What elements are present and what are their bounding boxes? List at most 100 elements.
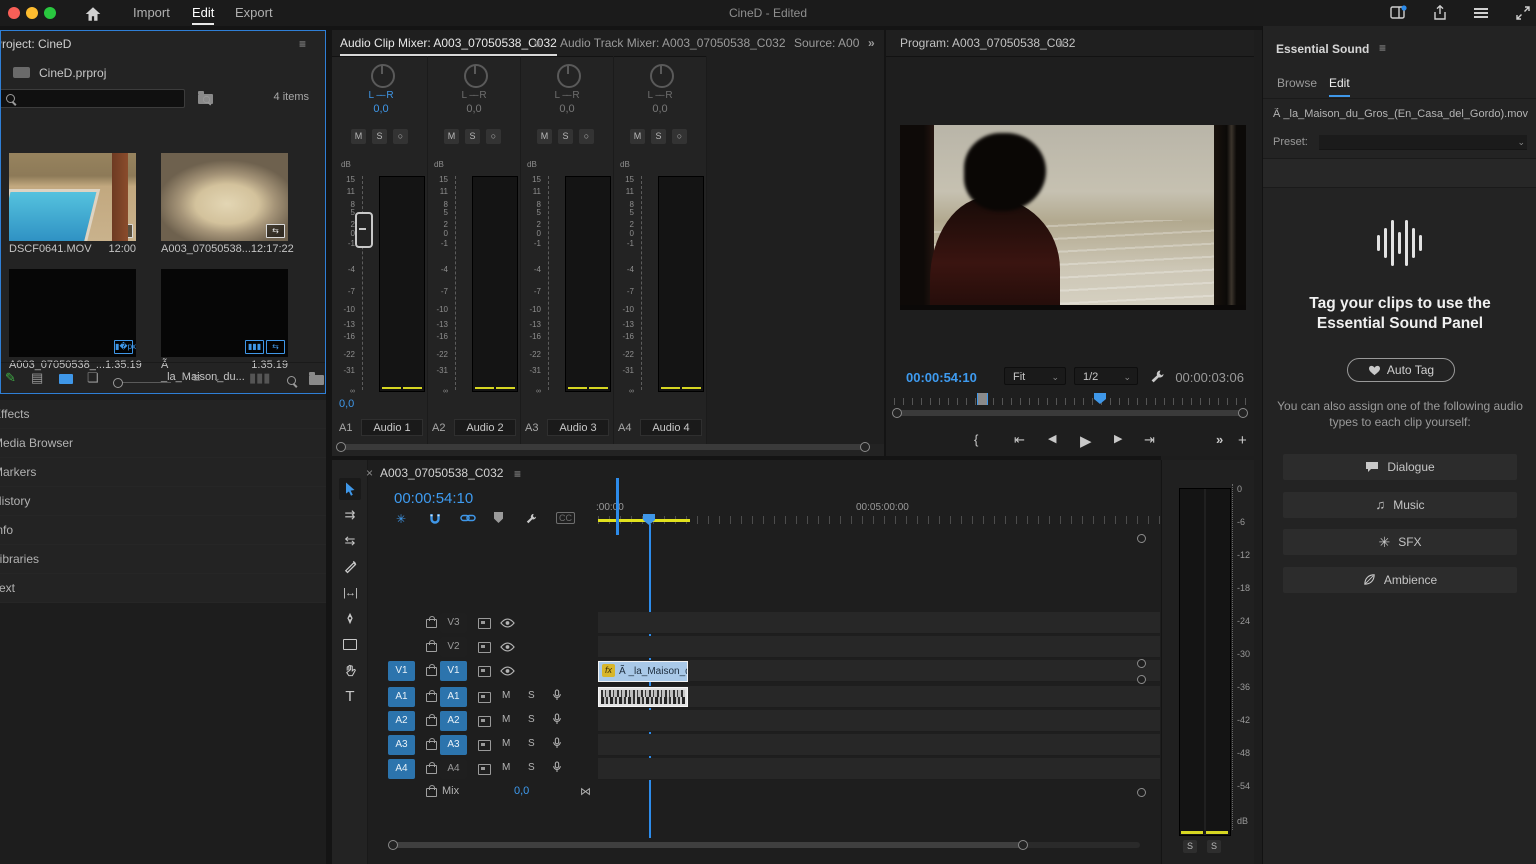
razor-tool[interactable] — [339, 556, 361, 578]
video-clip[interactable]: fxÃ _la_Maison_d — [598, 661, 688, 682]
panel-menu-icon[interactable]: ≡ — [534, 37, 540, 51]
mark-in-icon[interactable]: { — [974, 432, 978, 447]
panel-menu-icon[interactable]: ≡ — [299, 37, 305, 51]
add-marker-icon[interactable] — [494, 512, 503, 526]
panel-menu-icon[interactable]: ≡ — [514, 467, 520, 481]
tab-overflow-icon[interactable]: » — [868, 36, 875, 50]
scroll-handle[interactable] — [1137, 788, 1146, 797]
source-patch-v1[interactable]: V1 — [388, 661, 415, 681]
tab-source[interactable]: Source: A00 — [794, 36, 859, 50]
panel-tab-markers[interactable]: Markers — [0, 458, 326, 487]
playhead-ghost[interactable] — [977, 393, 988, 405]
panel-tab-effects[interactable]: Effects — [0, 400, 326, 429]
add-button-icon[interactable]: + — [1238, 432, 1247, 449]
solo-button[interactable]: S — [372, 129, 387, 144]
lock-track-icon[interactable] — [426, 643, 437, 652]
target-track-a2[interactable]: A2 — [440, 711, 467, 731]
voiceover-mic-icon[interactable] — [552, 689, 562, 701]
panel-tab-media-browser[interactable]: Media Browser — [0, 429, 326, 458]
channel-name[interactable]: Audio 3 — [547, 419, 609, 436]
chevron-down-icon[interactable]: ⌄ — [213, 373, 221, 384]
timeline-scrollbar[interactable] — [388, 840, 1140, 850]
go-to-out-icon[interactable]: ⇥ — [1144, 432, 1155, 448]
audio-type-button-ambience[interactable]: Ambience — [1283, 567, 1517, 593]
lock-track-icon[interactable] — [426, 693, 437, 702]
sync-lock-icon[interactable] — [478, 764, 491, 775]
linked-selection-icon[interactable] — [460, 512, 476, 524]
program-video-frame[interactable] — [900, 125, 1246, 310]
pan-knob[interactable] — [371, 64, 395, 88]
track-lane[interactable] — [598, 734, 1160, 756]
sync-lock-icon[interactable] — [478, 692, 491, 703]
list-view-icon[interactable]: ▤ — [31, 370, 43, 386]
fader-rail[interactable] — [362, 176, 363, 390]
captions-icon[interactable]: CC — [556, 512, 575, 524]
voiceover-mic-icon[interactable] — [552, 737, 562, 749]
audio-type-button-music[interactable]: ♫Music — [1283, 492, 1517, 518]
solo-right-button[interactable]: S — [1207, 840, 1221, 853]
nest-toggle-icon[interactable]: ✳ — [396, 512, 406, 526]
project-file-name[interactable]: CineD.prproj — [39, 66, 106, 80]
channel-name[interactable]: Audio 1 — [361, 419, 423, 436]
mute-track-button[interactable]: M — [502, 738, 510, 749]
selection-tool[interactable] — [339, 478, 361, 500]
target-track-a4[interactable]: A4 — [440, 759, 467, 779]
program-zoom-scrollbar[interactable] — [892, 408, 1248, 420]
track-lane[interactable] — [598, 758, 1160, 780]
lock-track-icon[interactable] — [426, 667, 437, 676]
solo-track-button[interactable]: S — [528, 690, 535, 701]
pan-knob[interactable] — [650, 64, 674, 88]
sync-lock-icon[interactable] — [478, 642, 491, 653]
program-ruler[interactable] — [894, 393, 1246, 405]
writable-icon[interactable]: ✎ — [5, 370, 16, 386]
zoom-slider[interactable] — [113, 374, 171, 389]
type-tool[interactable]: T — [339, 686, 361, 708]
source-patch-a1[interactable]: A1 — [388, 687, 415, 707]
playback-resolution-select[interactable]: 1/2⌄ — [1074, 367, 1138, 385]
scroll-handle[interactable] — [1137, 659, 1146, 668]
clip-label[interactable]: DSCF0641.MOV12:00 — [9, 243, 136, 255]
voiceover-mic-icon[interactable] — [552, 713, 562, 725]
audio-type-button-sfx[interactable]: ✳SFX — [1283, 529, 1517, 555]
source-patch-a4[interactable]: A4 — [388, 759, 415, 779]
lock-track-icon[interactable] — [426, 619, 437, 628]
toggle-track-output-eye-icon[interactable] — [500, 666, 515, 676]
track-lane[interactable] — [598, 636, 1160, 658]
track-lane[interactable] — [598, 710, 1160, 732]
freeform-view-icon[interactable]: ❏ — [87, 370, 99, 386]
ripple-edit-tool[interactable]: ⇆ — [339, 530, 361, 552]
scroll-handle[interactable] — [1137, 534, 1146, 543]
step-forward-icon[interactable]: ▶ — [1114, 432, 1122, 445]
source-patch-a3[interactable]: A3 — [388, 735, 415, 755]
lock-track-icon[interactable] — [426, 741, 437, 750]
sync-lock-icon[interactable] — [478, 716, 491, 727]
solo-track-button[interactable]: S — [528, 762, 535, 773]
icon-view-icon[interactable] — [59, 372, 73, 387]
scroll-handle[interactable] — [1137, 675, 1146, 684]
tab-audio-track-mixer[interactable]: Audio Track Mixer: A003_07050538_C032 — [560, 36, 786, 50]
solo-track-button[interactable]: S — [528, 714, 535, 725]
lock-track-icon[interactable] — [426, 765, 437, 774]
track-lane[interactable] — [598, 612, 1160, 634]
step-back-icon[interactable]: ◀ — [1048, 432, 1056, 445]
solo-button[interactable]: S — [558, 129, 573, 144]
pan-knob[interactable] — [557, 64, 581, 88]
settings-wrench-icon[interactable] — [1148, 368, 1166, 386]
hand-tool[interactable] — [339, 660, 361, 682]
program-playhead[interactable] — [1094, 393, 1106, 404]
zoom-level-select[interactable]: Fit⌄ — [1004, 367, 1066, 385]
tab-edit[interactable]: Edit — [1329, 76, 1350, 97]
workspace-icon[interactable] — [1389, 4, 1407, 22]
solo-button[interactable]: S — [651, 129, 666, 144]
rectangle-tool[interactable] — [339, 634, 361, 656]
clip-thumbnail[interactable]: ⇆ — [161, 153, 288, 241]
keyframe-bowtie-icon[interactable]: ⋈ — [580, 785, 591, 798]
solo-left-button[interactable]: S — [1183, 840, 1197, 853]
mute-button[interactable]: M — [630, 129, 645, 144]
sync-lock-icon[interactable] — [478, 666, 491, 677]
audio-clip[interactable] — [598, 687, 688, 707]
slip-tool[interactable]: |↔| — [339, 582, 361, 604]
tab-browse[interactable]: Browse — [1277, 76, 1317, 90]
panel-tab-info[interactable]: Info — [0, 516, 326, 545]
mute-button[interactable]: M — [444, 129, 459, 144]
